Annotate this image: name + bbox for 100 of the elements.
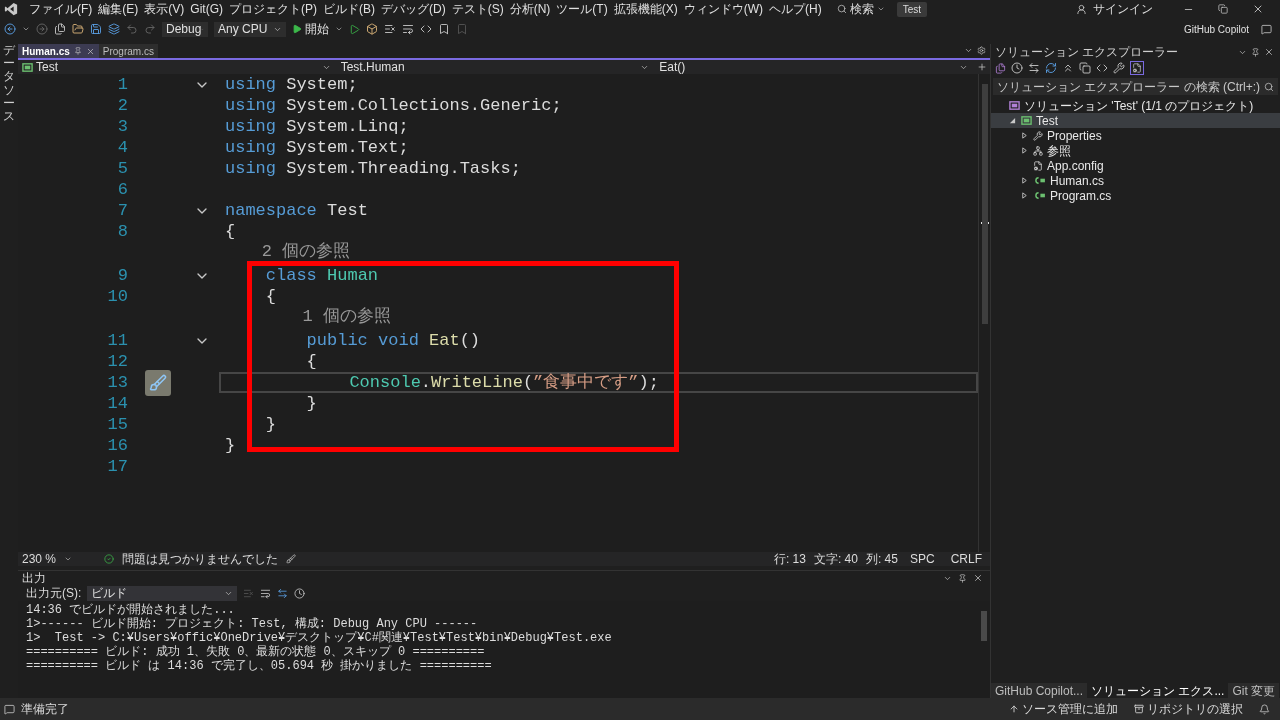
code-line: using System.Threading.Tasks; [225,160,521,177]
menu-item[interactable]: 拡張機能(X) [610,0,681,18]
open-folder-icon[interactable] [72,23,84,35]
side-strip-label[interactable]: データソース [3,44,15,124]
char-indicator[interactable]: 文字: 40 [813,550,858,568]
collapsed-arrow-icon[interactable] [1021,147,1028,154]
redo-icon[interactable] [144,23,156,35]
notification-icon[interactable] [4,703,15,715]
preview-button[interactable] [1130,61,1144,75]
close-icon[interactable] [1264,47,1274,57]
tree-item[interactable]: App.config [991,158,1280,173]
app-logo[interactable] [4,2,18,16]
menu-item[interactable]: ツール(T) [553,0,611,18]
menu-item[interactable]: ビルド(B) [320,0,378,18]
word-wrap-icon[interactable] [260,587,272,599]
tree-item[interactable]: Human.cs [991,173,1280,188]
collapsed-arrow-icon[interactable] [1021,192,1028,199]
close-icon[interactable] [1252,3,1264,15]
zoom-level[interactable]: 230 % [22,550,57,568]
collapsed-arrow-icon[interactable] [1021,177,1028,184]
bookmark-icon[interactable] [438,23,450,35]
tree-item[interactable]: 参照 [991,143,1280,158]
sign-in-link[interactable]: サインイン [1093,0,1153,18]
search-field[interactable]: ソリューション エクスプローラー の検索 (Ctrl+:) [993,78,1278,95]
tree-item[interactable]: Program.cs [991,188,1280,203]
menu-item[interactable]: テスト(S) [448,0,507,18]
pin-icon[interactable] [73,47,82,55]
menu-item[interactable]: ウィンドウ(W) [680,0,766,18]
line-indicator[interactable]: 行: 13 [773,550,806,568]
tree-item[interactable]: Test [991,113,1280,128]
clock-icon[interactable] [294,587,306,599]
column-indicator[interactable]: 列: 45 [865,550,898,568]
editor-tab[interactable]: Human.cs [18,44,99,58]
home-icon[interactable] [995,62,1006,74]
repository-button[interactable]: リポジトリの選択 [1134,700,1243,718]
line-ending-indicator[interactable]: CRLF [946,550,986,568]
history-icon[interactable] [1011,62,1023,74]
code-cleanup-icon[interactable] [286,554,297,564]
save-all-icon[interactable] [108,23,120,35]
quick-action-icon[interactable] [145,369,171,396]
expanded-arrow-icon[interactable] [1009,117,1016,124]
output-source-dropdown[interactable]: ビルド [87,585,238,601]
back-icon[interactable] [4,23,16,35]
tree-item-label: App.config [1047,159,1104,172]
whitespace-indicator[interactable]: SPC [905,550,939,568]
reference-count[interactable]: 2 個の参照 [221,243,351,260]
wrap-icon[interactable] [402,23,414,35]
chat-icon[interactable] [1261,23,1272,35]
settings-icon[interactable] [977,46,986,55]
start-button[interactable]: 開始 [292,20,329,38]
save-icon[interactable] [90,23,102,35]
bell-icon[interactable] [1259,703,1270,715]
output-line: ========== ビルド は 14:36 で完了し、05.694 秒 掛かりました ========== [26,659,493,673]
properties-icon[interactable] [1113,62,1125,74]
editor-tab[interactable]: Program.cs [98,44,158,58]
menu-item[interactable]: ヘルプ(H) [766,0,825,18]
close-icon[interactable] [85,46,95,56]
split-icon[interactable] [977,62,987,72]
reference-count[interactable]: 1 個の参照 [221,308,392,325]
restore-icon[interactable] [1218,4,1228,14]
search-button[interactable]: 検索 [832,0,889,18]
tree-item-label: Properties [1047,129,1102,142]
vertical-scrollbar[interactable] [978,74,990,552]
code-icon[interactable] [420,23,432,35]
collapsed-arrow-icon[interactable] [1021,132,1028,139]
menu-item[interactable]: プロジェクト(P) [226,0,320,18]
menu-item[interactable]: ファイル(F) [26,0,96,18]
menu-item[interactable]: Git(G) [187,0,226,18]
tree-item[interactable]: ソリューション 'Test' (1/1 のプロジェクト) [991,98,1280,113]
issues-status[interactable]: 問題は見つかりませんでした [122,550,279,568]
refresh-icon[interactable] [1045,62,1057,74]
package-icon[interactable] [366,23,378,35]
tree-item-label: Test [1036,114,1058,127]
platform-dropdown[interactable]: Any CPU [214,21,286,37]
tree-item[interactable]: Properties [991,128,1280,143]
pin-icon[interactable] [1251,47,1260,57]
menu-item[interactable]: デバッグ(D) [378,0,449,18]
panel-tab[interactable]: Git 変更 [1228,683,1280,698]
start-without-debugging-icon[interactable] [349,23,360,35]
account-icon[interactable] [1076,3,1087,15]
pin-icon[interactable] [958,573,967,583]
menu-item[interactable]: 分析(N) [506,0,554,18]
configuration-dropdown[interactable]: Debug [162,21,208,37]
collapse-all-icon[interactable] [1062,62,1074,74]
output-line: 14:36 でビルドが開始されました... [26,603,236,617]
undo-icon[interactable] [126,23,138,35]
show-all-files-icon[interactable] [1079,62,1091,74]
close-icon[interactable] [973,573,983,583]
code-icon[interactable] [1096,62,1108,74]
menu-item[interactable]: 編集(E) [95,0,142,18]
sync-icon[interactable] [1028,62,1040,74]
panel-tab[interactable]: GitHub Copilot... [991,683,1088,698]
menu-item[interactable]: 表示(V) [141,0,188,18]
search-icon[interactable] [836,4,847,14]
line-number: 1 [116,76,128,93]
source-control-button[interactable]: ソース管理に追加 [1009,700,1118,718]
new-project-icon[interactable] [54,23,66,35]
forward-icon[interactable] [36,23,48,35]
copilot-button[interactable]: GitHub Copilot [1183,21,1249,37]
toggle-icon[interactable] [277,587,289,599]
